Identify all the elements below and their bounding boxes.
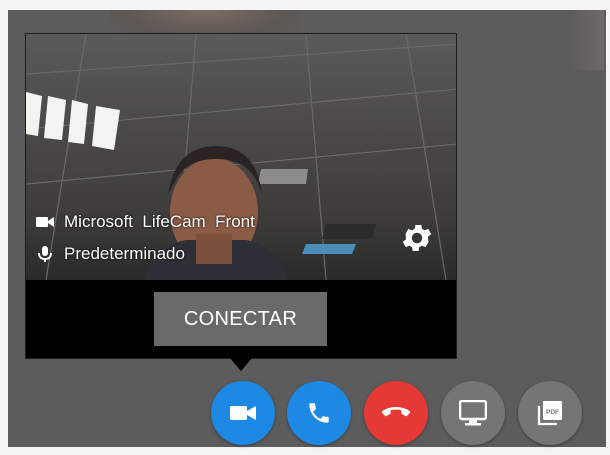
settings-gear-icon[interactable]: [399, 220, 435, 256]
pdf-stack-icon: PDF: [537, 400, 563, 426]
call-end-icon: [381, 406, 411, 420]
video-call-button[interactable]: [211, 381, 275, 445]
svg-text:PDF: PDF: [546, 409, 559, 416]
background-edge-right: [606, 0, 610, 455]
camera-device-row[interactable]: Microsoft LifeCam Front: [36, 212, 255, 232]
background-edge-bottom: [0, 447, 610, 455]
microphone-device-name: Predeterminado: [64, 244, 185, 263]
microphone-device-row[interactable]: Predeterminado: [36, 244, 185, 264]
videocam-icon: [36, 215, 54, 229]
screen-share-button[interactable]: [441, 381, 505, 445]
device-preview-panel: Microsoft LifeCam Front Predeterminado C…: [25, 33, 457, 359]
background-edge-top: [0, 0, 610, 10]
phone-icon: [306, 400, 332, 426]
camera-device-name: Microsoft LifeCam Front: [64, 212, 255, 231]
connect-button[interactable]: CONECTAR: [154, 292, 327, 346]
videocam-icon: [230, 404, 256, 422]
background-remote-video-edge: [570, 10, 604, 70]
mic-icon: [36, 245, 54, 263]
hang-up-button[interactable]: [364, 381, 428, 445]
monitor-icon: [459, 400, 487, 426]
audio-call-button[interactable]: [287, 381, 351, 445]
camera-preview: Microsoft LifeCam Front Predeterminado: [26, 34, 456, 280]
background-edge-left: [0, 0, 8, 455]
popover-pointer: [229, 357, 253, 371]
pdf-share-button[interactable]: PDF: [518, 381, 582, 445]
